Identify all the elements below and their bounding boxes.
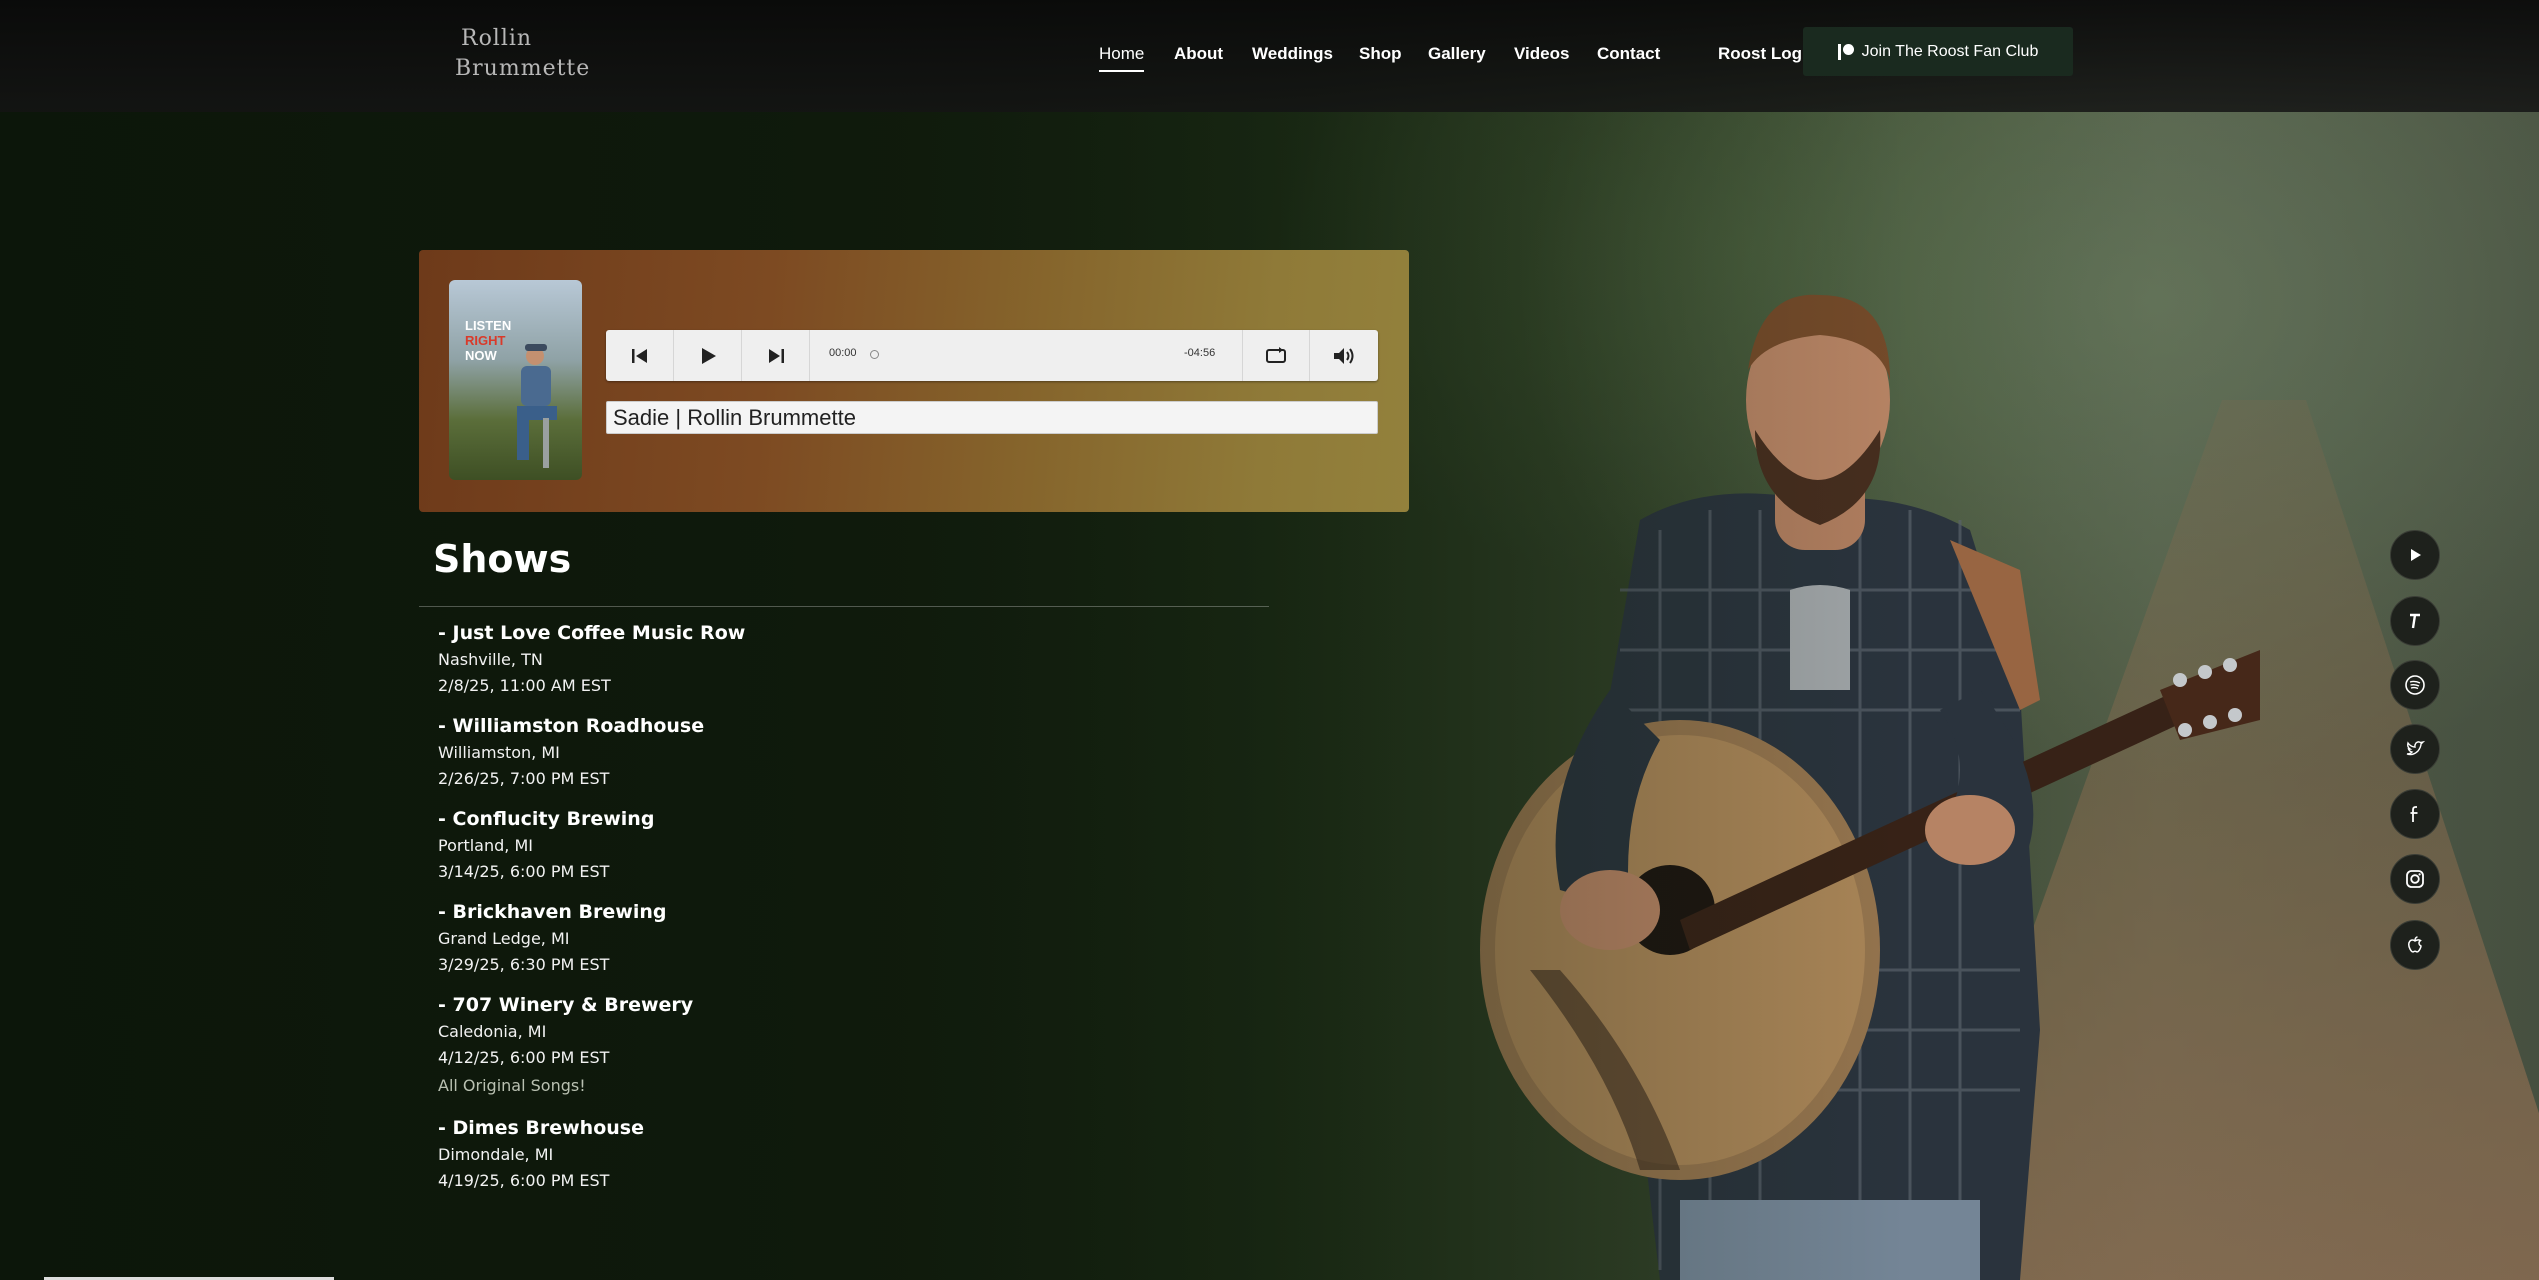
show-date: 2/8/25, 11:00 AM EST: [438, 676, 611, 695]
show-item: - Williamston Roadhouse Williamston, MI …: [438, 712, 1138, 792]
nav-about[interactable]: About: [1174, 44, 1223, 64]
cover-text-line-1: LISTEN: [465, 318, 512, 333]
show-city: Grand Ledge, MI: [438, 929, 570, 948]
next-button[interactable]: [742, 330, 810, 381]
show-venue[interactable]: - Brickhaven Brewing: [438, 898, 1138, 926]
show-city: Caledonia, MI: [438, 1022, 547, 1041]
site-header: Rollin Brummette Home About Weddings Sho…: [0, 0, 2539, 112]
remaining-time: -04:56: [1184, 347, 1216, 359]
show-city: Portland, MI: [438, 836, 533, 855]
cover-text-line-3: NOW: [465, 348, 497, 363]
audio-controls: 00:00 -04:56: [606, 330, 1378, 381]
music-player-card: LISTEN RIGHT NOW 00:00 -04:56 Sadie | Ro…: [419, 250, 1409, 512]
join-fan-club-label: Join The Roost Fan Club: [1861, 42, 2039, 60]
repeat-button[interactable]: [1242, 330, 1310, 381]
patreon-icon: [1837, 43, 1854, 60]
instagram-icon: [2406, 870, 2424, 888]
logo-line-2: Brummette: [455, 56, 591, 81]
join-fan-club-button[interactable]: Join The Roost Fan Club: [1803, 27, 2073, 76]
twitter-link[interactable]: [2390, 724, 2440, 774]
spotify-icon: [2405, 675, 2425, 695]
show-date: 2/26/25, 7:00 PM EST: [438, 769, 610, 788]
show-date: 4/19/25, 6:00 PM EST: [438, 1171, 610, 1190]
show-venue[interactable]: - Dimes Brewhouse: [438, 1114, 1138, 1142]
show-item: - Brickhaven Brewing Grand Ledge, MI 3/2…: [438, 898, 1138, 978]
previous-icon: [631, 348, 647, 363]
tiktok-link[interactable]: [2390, 596, 2440, 646]
youtube-link[interactable]: [2390, 530, 2440, 580]
facebook-link[interactable]: [2390, 789, 2440, 839]
volume-button[interactable]: [1310, 330, 1378, 381]
show-venue[interactable]: - Just Love Coffee Music Row: [438, 619, 1138, 647]
next-icon: [768, 348, 784, 363]
cover-person-image: [517, 344, 557, 468]
facebook-icon: [2410, 806, 2418, 822]
hero-overlay: [0, 0, 2539, 1280]
site-logo[interactable]: Rollin Brummette: [455, 22, 589, 98]
show-venue[interactable]: - 707 Winery & Brewery: [438, 991, 1138, 1019]
nav-home[interactable]: Home: [1099, 44, 1145, 72]
show-city: Nashville, TN: [438, 650, 543, 669]
track-title: Sadie | Rollin Brummette: [606, 401, 1378, 434]
current-time: 00:00: [829, 347, 857, 359]
instagram-link[interactable]: [2390, 854, 2440, 904]
apple-music-link[interactable]: [2390, 920, 2440, 970]
shows-divider: [419, 606, 1269, 607]
tiktok-icon: [2410, 613, 2420, 629]
progress-scrubber[interactable]: [870, 350, 879, 359]
show-item: - Dimes Brewhouse Dimondale, MI 4/19/25,…: [438, 1114, 1138, 1194]
show-item: - Just Love Coffee Music Row Nashville, …: [438, 619, 1138, 699]
nav-gallery[interactable]: Gallery: [1428, 44, 1486, 64]
nav-contact[interactable]: Contact: [1597, 44, 1660, 64]
twitter-icon: [2406, 740, 2426, 756]
show-item: - 707 Winery & Brewery Caledonia, MI 4/1…: [438, 991, 1138, 1099]
logo-line-1: Rollin: [461, 26, 533, 51]
play-button[interactable]: [674, 330, 742, 381]
show-city: Williamston, MI: [438, 743, 560, 762]
play-icon: [701, 347, 716, 364]
volume-icon: [1334, 347, 1354, 364]
previous-button[interactable]: [606, 330, 674, 381]
cover-text: LISTEN RIGHT NOW: [465, 318, 511, 363]
shows-heading: Shows: [433, 537, 572, 581]
cover-text-line-2: RIGHT: [465, 333, 506, 348]
repeat-icon: [1266, 346, 1286, 363]
nav-videos[interactable]: Videos: [1514, 44, 1569, 64]
show-venue[interactable]: - Williamston Roadhouse: [438, 712, 1138, 740]
spotify-link[interactable]: [2390, 660, 2440, 710]
youtube-icon: [2411, 549, 2421, 561]
album-cover: LISTEN RIGHT NOW: [449, 280, 582, 480]
show-date: 3/29/25, 6:30 PM EST: [438, 955, 610, 974]
show-date: 4/12/25, 6:00 PM EST: [438, 1048, 610, 1067]
apple-music-icon: [2408, 936, 2422, 953]
show-date: 3/14/25, 6:00 PM EST: [438, 862, 610, 881]
nav-weddings[interactable]: Weddings: [1252, 44, 1333, 64]
hero-background: [0, 0, 2539, 1280]
show-city: Dimondale, MI: [438, 1145, 554, 1164]
show-item: - Conflucity Brewing Portland, MI 3/14/2…: [438, 805, 1138, 885]
show-note: All Original Songs!: [438, 1076, 586, 1095]
nav-shop[interactable]: Shop: [1359, 44, 1402, 64]
show-venue[interactable]: - Conflucity Brewing: [438, 805, 1138, 833]
